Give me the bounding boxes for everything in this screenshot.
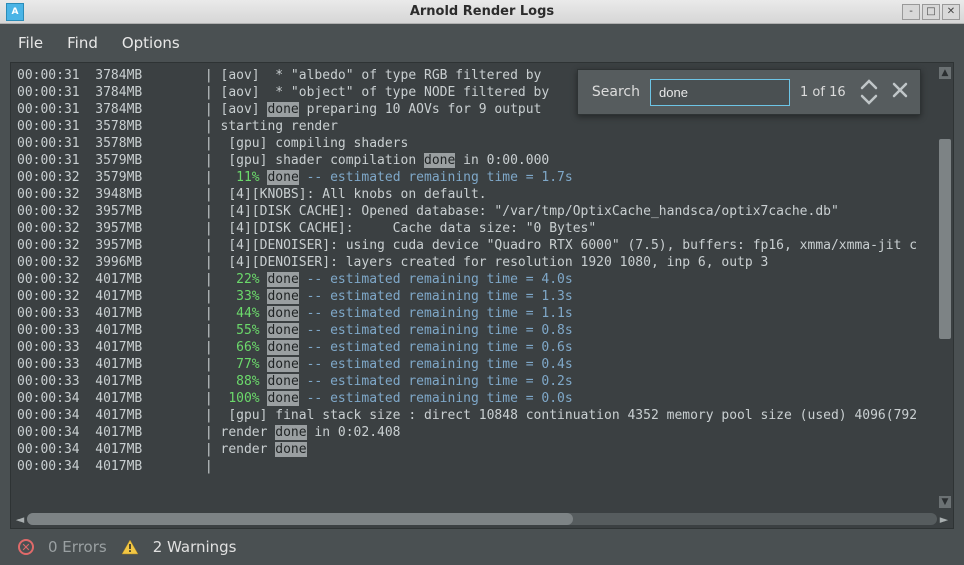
search-input[interactable]: [650, 79, 790, 106]
warnings-text: 2 Warnings: [153, 538, 237, 556]
scroll-up-arrow-icon[interactable]: ▲: [939, 67, 951, 79]
menu-options[interactable]: Options: [122, 34, 180, 52]
vertical-scroll-thumb[interactable]: [939, 139, 951, 339]
search-close-icon[interactable]: [890, 80, 910, 104]
search-label: Search: [592, 84, 640, 100]
titlebar: A Arnold Render Logs ‐ □ ✕: [0, 0, 964, 24]
search-panel: Search 1 of 16: [577, 69, 921, 115]
window-title: Arnold Render Logs: [0, 4, 964, 19]
app-icon: A: [6, 3, 24, 21]
error-icon: ✕: [18, 539, 34, 555]
horizontal-scroll-thumb[interactable]: [27, 513, 573, 525]
search-count: 1 of 16: [800, 85, 848, 100]
menubar: File Find Options: [0, 24, 964, 62]
search-prev-icon[interactable]: [858, 78, 880, 92]
warning-icon: [121, 538, 139, 556]
scroll-right-arrow-icon[interactable]: ►: [937, 512, 951, 526]
log-lines[interactable]: 00:00:31 3784MB | [aov] * "albedo" of ty…: [11, 63, 953, 510]
log-panel: 00:00:31 3784MB | [aov] * "albedo" of ty…: [10, 62, 954, 529]
menu-find[interactable]: Find: [67, 34, 98, 52]
vertical-scrollbar[interactable]: ▲ ▼: [939, 67, 951, 508]
errors-text: 0 Errors: [48, 538, 107, 556]
search-next-icon[interactable]: [858, 92, 880, 106]
statusbar: ✕ 0 Errors 2 Warnings: [0, 529, 964, 565]
horizontal-scrollbar[interactable]: ◄ ►: [13, 512, 951, 526]
close-window-button[interactable]: ✕: [942, 4, 960, 20]
scroll-left-arrow-icon[interactable]: ◄: [13, 512, 27, 526]
minimize-button[interactable]: ‐: [902, 4, 920, 20]
maximize-button[interactable]: □: [922, 4, 940, 20]
menu-file[interactable]: File: [18, 34, 43, 52]
scroll-down-arrow-icon[interactable]: ▼: [939, 496, 951, 508]
